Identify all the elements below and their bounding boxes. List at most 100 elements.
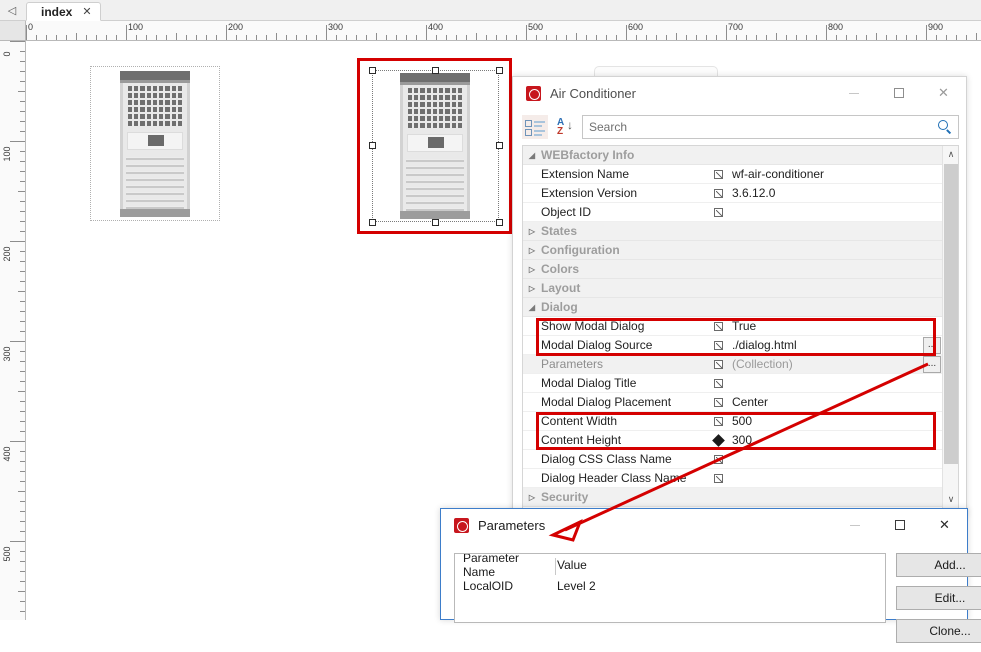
air-conditioner-graphic-2[interactable] <box>400 73 470 219</box>
property-category-colors[interactable]: ▷ Colors <box>523 260 943 279</box>
ellipsis-button[interactable]: ... <box>923 355 941 373</box>
property-name: Content Height <box>541 433 622 447</box>
maximize-button[interactable] <box>876 77 921 109</box>
ellipsis-button[interactable]: ... <box>923 336 941 354</box>
ruler-tick <box>46 35 47 40</box>
ruler-label: 400 <box>428 22 444 32</box>
static-binding-icon[interactable] <box>706 378 730 388</box>
property-row[interactable]: Extension Version 3.6.12.0 <box>523 184 943 203</box>
static-binding-icon[interactable] <box>706 321 730 331</box>
edit-button[interactable]: Edit... <box>896 586 981 610</box>
property-value[interactable]: 300 <box>730 433 943 447</box>
expand-arrow-icon[interactable]: ▷ <box>523 284 541 293</box>
maximize-button[interactable] <box>877 509 922 541</box>
property-value[interactable]: (Collection) <box>730 357 923 371</box>
property-row[interactable]: Modal Dialog Source ./dialog.html... <box>523 336 943 355</box>
resize-handle-sw[interactable] <box>369 219 376 226</box>
collapse-arrow-icon[interactable]: ◢ <box>523 303 541 312</box>
property-row[interactable]: Parameters (Collection)... <box>523 355 943 374</box>
categorized-view-icon[interactable] <box>522 115 548 139</box>
parameters-dialog-titlebar[interactable]: Parameters ✕ <box>441 509 967 541</box>
property-category-security[interactable]: ▷ Security <box>523 488 943 507</box>
property-value[interactable]: wf-air-conditioner <box>730 167 943 181</box>
static-binding-icon[interactable] <box>706 416 730 426</box>
property-category-webfactory-info[interactable]: ◢ WEBfactory Info <box>523 146 943 165</box>
static-binding-icon[interactable] <box>706 454 730 464</box>
ac-top-cap <box>400 73 470 82</box>
property-value[interactable]: 3.6.12.0 <box>730 186 943 200</box>
property-row[interactable]: Content Width 500 <box>523 412 943 431</box>
ruler-tick <box>20 211 25 212</box>
static-binding-icon[interactable] <box>706 169 730 179</box>
resize-handle-w[interactable] <box>369 142 376 149</box>
air-conditioner-graphic-1[interactable] <box>120 71 190 217</box>
search-input[interactable]: Search <box>582 115 959 139</box>
ruler-tick <box>416 35 417 40</box>
ruler-tick <box>20 231 25 232</box>
property-value[interactable]: ./dialog.html <box>730 338 923 352</box>
close-icon[interactable]: ✕ <box>921 77 966 109</box>
static-binding-icon[interactable] <box>706 340 730 350</box>
property-value[interactable]: True <box>730 319 943 333</box>
ruler-tick <box>20 611 25 612</box>
resize-handle-se[interactable] <box>496 219 503 226</box>
property-row[interactable]: Show Modal Dialog True <box>523 317 943 336</box>
expand-arrow-icon[interactable]: ▷ <box>523 246 541 255</box>
property-window-titlebar[interactable]: Air Conditioner ✕ <box>513 77 966 109</box>
property-row[interactable]: Modal Dialog Title <box>523 374 943 393</box>
ruler-tick <box>10 141 25 142</box>
property-row[interactable]: Object ID <box>523 203 943 222</box>
ruler-tick <box>636 35 637 40</box>
minimize-button[interactable] <box>831 77 876 109</box>
ruler-label: 0 <box>2 51 12 57</box>
window-controls: ✕ <box>832 509 967 541</box>
resize-handle-nw[interactable] <box>369 67 376 74</box>
ruler-tick <box>216 35 217 40</box>
expand-arrow-icon[interactable]: ▷ <box>523 227 541 236</box>
property-row[interactable]: Dialog Header Class Name <box>523 469 943 488</box>
property-category-layout[interactable]: ▷ Layout <box>523 279 943 298</box>
resize-handle-s[interactable] <box>432 219 439 226</box>
ruler-tick <box>20 371 25 372</box>
static-binding-icon[interactable] <box>706 397 730 407</box>
add-button[interactable]: Add... <box>896 553 981 577</box>
alphabetical-sort-icon[interactable]: A Z ↓ <box>552 115 578 139</box>
parameters-dialog-body: Parameter Name Value LocalOID Level 2 Ad… <box>441 541 981 643</box>
property-grid-scrollbar[interactable]: ∧ ∨ <box>942 146 958 508</box>
table-row[interactable]: LocalOID Level 2 <box>455 575 885 596</box>
scroll-down-button[interactable]: ∨ <box>943 491 958 508</box>
nav-back-icon[interactable]: ◁ <box>4 3 20 19</box>
static-binding-icon[interactable] <box>706 188 730 198</box>
clone-button[interactable]: Clone... <box>896 619 981 643</box>
resize-handle-ne[interactable] <box>496 67 503 74</box>
property-category-configuration[interactable]: ▷ Configuration <box>523 241 943 260</box>
resize-handle-e[interactable] <box>496 142 503 149</box>
search-icon[interactable] <box>938 120 952 134</box>
ruler-tick <box>20 581 25 582</box>
tab-index[interactable]: index ✕ <box>26 2 101 21</box>
property-row[interactable]: Extension Name wf-air-conditioner <box>523 165 943 184</box>
minimize-button[interactable] <box>832 509 877 541</box>
expand-arrow-icon[interactable]: ▷ <box>523 265 541 274</box>
property-category-dialog[interactable]: ◢ Dialog <box>523 298 943 317</box>
scroll-up-button[interactable]: ∧ <box>943 146 958 163</box>
property-value[interactable]: Center <box>730 395 943 409</box>
scrollbar-thumb[interactable] <box>944 164 958 464</box>
expand-arrow-icon[interactable]: ▷ <box>523 493 541 502</box>
close-icon[interactable]: ✕ <box>922 509 967 541</box>
property-row[interactable]: Dialog CSS Class Name <box>523 450 943 469</box>
parameters-table[interactable]: Parameter Name Value LocalOID Level 2 <box>454 553 886 623</box>
resize-handle-n[interactable] <box>432 67 439 74</box>
static-binding-icon[interactable] <box>706 359 730 369</box>
ruler-tick <box>18 491 25 492</box>
static-binding-icon[interactable] <box>706 207 730 217</box>
property-row[interactable]: Content Height 300 <box>523 431 943 450</box>
property-category-states[interactable]: ▷ States <box>523 222 943 241</box>
property-grid[interactable]: ◢ WEBfactory Info Extension Name wf-air-con… <box>522 145 959 509</box>
collapse-arrow-icon[interactable]: ◢ <box>523 151 541 160</box>
dynamic-binding-icon[interactable] <box>706 433 730 447</box>
property-row[interactable]: Modal Dialog Placement Center <box>523 393 943 412</box>
static-binding-icon[interactable] <box>706 473 730 483</box>
property-value[interactable]: 500 <box>730 414 943 428</box>
close-icon[interactable]: ✕ <box>82 5 91 18</box>
